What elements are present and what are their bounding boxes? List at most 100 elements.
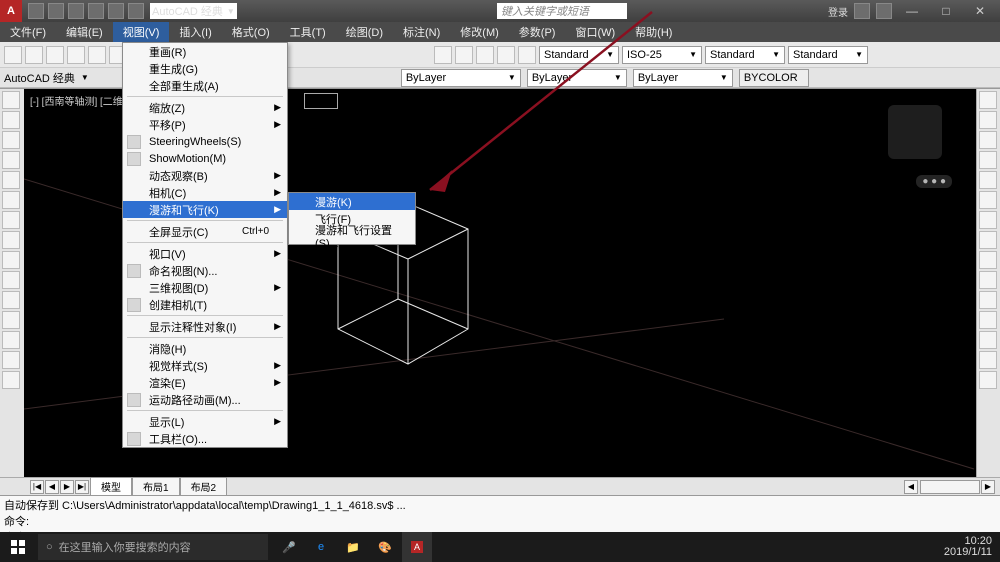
mirror-tool-icon[interactable] — [979, 151, 997, 169]
hatch-tool-icon[interactable] — [2, 211, 20, 229]
menu-item[interactable]: 运动路径动画(M)... — [123, 391, 287, 408]
autocad-taskbar-icon[interactable]: A — [402, 532, 432, 562]
copy-tool-icon[interactable] — [979, 111, 997, 129]
menu-item[interactable]: 显示注释性对象(I)▶ — [123, 318, 287, 335]
tab-first-icon[interactable]: |◀ — [30, 480, 44, 494]
layer-combo[interactable]: ByLayer▼ — [401, 69, 521, 87]
ellipse-tool-icon[interactable] — [2, 191, 20, 209]
qat-new-icon[interactable] — [28, 3, 44, 19]
menu-item[interactable]: 重画(R) — [123, 43, 287, 60]
qat-print-icon[interactable] — [128, 3, 144, 19]
viewcube[interactable] — [888, 105, 942, 159]
tab-next-icon[interactable]: ▶ — [60, 480, 74, 494]
workspace-selector[interactable]: AutoCAD 经典 ▼ — [150, 3, 237, 19]
menu-item[interactable]: 命名视图(N)... — [123, 262, 287, 279]
system-tray[interactable]: 10:20 2019/1/11 — [936, 536, 1000, 558]
tool-icon[interactable] — [88, 46, 106, 64]
table-tool-icon[interactable] — [2, 311, 20, 329]
menu-item[interactable]: 漫游和飞行(K)▶ — [123, 201, 287, 218]
menu-item[interactable]: 三维视图(D)▶ — [123, 279, 287, 296]
menu-item[interactable]: 编辑(E) — [56, 22, 113, 42]
menu-item[interactable]: 视图(V) — [113, 22, 170, 42]
menu-item[interactable]: 参数(P) — [509, 22, 566, 42]
qat-undo-icon[interactable] — [88, 3, 104, 19]
tool-icon[interactable] — [455, 46, 473, 64]
text-style-combo[interactable]: Standard▼ — [539, 46, 619, 64]
taskbar-search-input[interactable]: ○ 在这里输入你要搜索的内容 — [38, 534, 268, 560]
tool-icon[interactable] — [46, 46, 64, 64]
menu-item[interactable]: ShowMotion(M) — [123, 150, 287, 167]
tool-icon[interactable] — [497, 46, 515, 64]
text-tool-icon[interactable] — [2, 231, 20, 249]
menu-item[interactable]: 缩放(Z)▶ — [123, 99, 287, 116]
menu-item[interactable]: 格式(O) — [222, 22, 280, 42]
tab-last-icon[interactable]: ▶| — [75, 480, 89, 494]
close-button[interactable]: ✕ — [966, 3, 994, 19]
move-tool-icon[interactable] — [979, 91, 997, 109]
color-combo[interactable]: BYCOLOR — [739, 69, 809, 87]
region-tool-icon[interactable] — [2, 291, 20, 309]
tool-icon[interactable] — [25, 46, 43, 64]
extend-tool-icon[interactable] — [979, 211, 997, 229]
trim-tool-icon[interactable] — [979, 191, 997, 209]
tool-icon[interactable] — [518, 46, 536, 64]
array-tool-icon[interactable] — [979, 251, 997, 269]
layout-tab[interactable]: 布局1 — [132, 477, 180, 496]
menu-item[interactable]: 全部重生成(A) — [123, 77, 287, 94]
app-icon[interactable]: 🎨 — [370, 532, 400, 562]
block-tool-icon[interactable] — [2, 331, 20, 349]
app-logo-icon[interactable]: A — [0, 0, 22, 22]
menu-item[interactable]: 视口(V)▶ — [123, 245, 287, 262]
menu-item[interactable]: 插入(I) — [169, 22, 221, 42]
tool-icon[interactable] — [2, 351, 20, 369]
tool-icon[interactable] — [4, 46, 22, 64]
polyline-tool-icon[interactable] — [2, 111, 20, 129]
help-icon[interactable] — [876, 3, 892, 19]
menu-item[interactable]: 消隐(H) — [123, 340, 287, 357]
submenu-item[interactable]: 漫游和飞行设置(S)... — [289, 227, 415, 244]
submenu-item[interactable]: 漫游(K) — [289, 193, 415, 210]
scroll-right-icon[interactable]: ▶ — [981, 480, 995, 494]
rect-tool-icon[interactable] — [2, 171, 20, 189]
linetype-combo[interactable]: ByLayer▼ — [527, 69, 627, 87]
explorer-icon[interactable]: 📁 — [338, 532, 368, 562]
menu-item[interactable]: 视觉样式(S)▶ — [123, 357, 287, 374]
menu-item[interactable]: 标注(N) — [393, 22, 450, 42]
menu-item[interactable]: 创建相机(T) — [123, 296, 287, 313]
qat-open-icon[interactable] — [48, 3, 64, 19]
menu-item[interactable]: 窗口(W) — [565, 22, 625, 42]
layout-tab[interactable]: 布局2 — [180, 477, 228, 496]
mleader-style-combo[interactable]: Standard▼ — [788, 46, 868, 64]
rotate-tool-icon[interactable] — [979, 131, 997, 149]
menu-item[interactable]: 全屏显示(C)Ctrl+0 — [123, 223, 287, 240]
menu-item[interactable]: 工具(T) — [280, 22, 336, 42]
scale-tool-icon[interactable] — [979, 171, 997, 189]
qat-redo-icon[interactable] — [108, 3, 124, 19]
exchange-icon[interactable] — [854, 3, 870, 19]
offset-tool-icon[interactable] — [979, 271, 997, 289]
menu-item[interactable]: 渲染(E)▶ — [123, 374, 287, 391]
dim-style-combo[interactable]: ISO-25▼ — [622, 46, 702, 64]
scroll-left-icon[interactable]: ◀ — [904, 480, 918, 494]
erase-tool-icon[interactable] — [979, 291, 997, 309]
menu-item[interactable]: 动态观察(B)▶ — [123, 167, 287, 184]
menu-item[interactable]: 相机(C)▶ — [123, 184, 287, 201]
tool-icon[interactable] — [434, 46, 452, 64]
arc-tool-icon[interactable] — [2, 151, 20, 169]
menu-item[interactable]: 工具栏(O)... — [123, 430, 287, 447]
menu-item[interactable]: 文件(F) — [0, 22, 56, 42]
maximize-button[interactable]: □ — [932, 3, 960, 19]
tab-prev-icon[interactable]: ◀ — [45, 480, 59, 494]
tool-icon[interactable] — [2, 371, 20, 389]
explode-tool-icon[interactable] — [979, 311, 997, 329]
edge-icon[interactable]: e — [306, 532, 336, 562]
tool-icon[interactable] — [979, 371, 997, 389]
microphone-icon[interactable]: 🎤 — [274, 532, 304, 562]
menu-item[interactable]: 重生成(G) — [123, 60, 287, 77]
nav-bar-label[interactable]: ● ● ● — [916, 175, 952, 188]
help-search-input[interactable]: 键入关键字或短语 — [497, 3, 627, 19]
qat-save-icon[interactable] — [68, 3, 84, 19]
fillet-tool-icon[interactable] — [979, 231, 997, 249]
spline-tool-icon[interactable] — [2, 271, 20, 289]
menu-item[interactable]: 帮助(H) — [625, 22, 682, 42]
